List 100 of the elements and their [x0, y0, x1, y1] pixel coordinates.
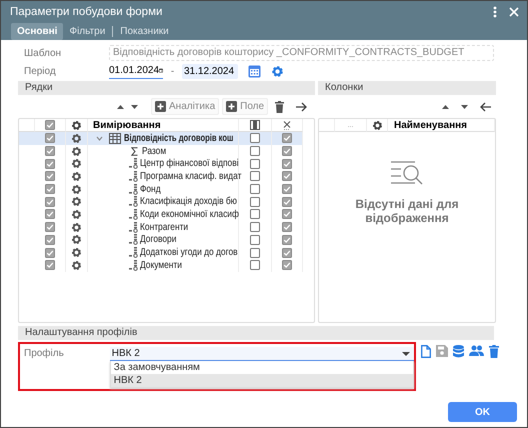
plus-icon — [155, 101, 166, 112]
row-label[interactable]: Програмна класиф. видат — [140, 170, 242, 182]
checkbox[interactable] — [282, 248, 292, 258]
field-label: Шаблон — [23, 48, 62, 58]
more-icon[interactable] — [493, 6, 497, 18]
checkbox[interactable] — [282, 196, 292, 207]
dimension-icon — [129, 158, 138, 170]
settings-icon[interactable] — [71, 158, 82, 170]
settings-icon[interactable] — [71, 234, 82, 246]
tab[interactable]: Фільтри — [63, 23, 112, 40]
new-document-icon[interactable] — [421, 345, 431, 358]
trash-icon[interactable] — [489, 345, 499, 358]
close-icon[interactable] — [283, 120, 291, 130]
arrow-left-icon[interactable] — [480, 102, 491, 112]
date-separator: - — [170, 66, 176, 76]
select-all-checkbox[interactable] — [45, 120, 55, 130]
row-label[interactable]: Договори — [140, 234, 176, 246]
date-field[interactable]: 01.01.2024 — [109, 64, 163, 78]
checkbox[interactable] — [250, 248, 260, 258]
checkbox[interactable] — [45, 234, 55, 245]
row-label[interactable]: Додаткові угоди до догов — [140, 247, 238, 258]
settings-icon[interactable] — [71, 146, 82, 157]
checkbox[interactable] — [250, 133, 260, 144]
settings-icon[interactable] — [71, 247, 82, 258]
checkbox[interactable] — [250, 209, 260, 220]
checkbox[interactable] — [250, 171, 260, 182]
row-label[interactable]: Фонд — [140, 184, 161, 195]
dropdown-option[interactable]: НВК 2 — [110, 374, 413, 387]
move-up-icon[interactable] — [442, 104, 449, 108]
settings-icon[interactable] — [71, 208, 82, 220]
section-header: Рядки — [18, 81, 315, 95]
checkbox[interactable] — [282, 171, 292, 182]
settings-icon[interactable] — [71, 184, 82, 195]
dimension-icon — [129, 234, 138, 246]
dropdown-caret-icon[interactable] — [402, 352, 410, 356]
checkbox[interactable] — [45, 146, 55, 156]
checkbox[interactable] — [45, 260, 55, 270]
checkbox[interactable] — [250, 260, 260, 270]
settings-icon[interactable] — [71, 170, 82, 182]
dimension-icon — [129, 208, 138, 220]
trash-icon[interactable] — [275, 100, 284, 112]
checkbox[interactable] — [250, 146, 260, 156]
empty-message: Відсутні дані для відображення — [354, 197, 460, 225]
checkbox[interactable] — [250, 234, 260, 245]
checkbox[interactable] — [282, 222, 292, 232]
checkbox[interactable] — [45, 184, 55, 194]
row-label[interactable]: Коди економічної класиф — [140, 208, 239, 220]
checkbox[interactable] — [282, 133, 292, 144]
row-label[interactable]: Класифікація доходів бю — [140, 196, 237, 208]
dimension-icon — [129, 222, 138, 233]
column-header[interactable]: Вимірювання — [93, 120, 161, 130]
users-icon[interactable] — [469, 345, 484, 356]
database-icon[interactable] — [453, 345, 464, 358]
settings-icon[interactable] — [71, 222, 82, 233]
checkbox[interactable] — [45, 158, 55, 169]
checkbox[interactable] — [45, 133, 55, 144]
settings-icon[interactable] — [271, 64, 284, 78]
checkbox[interactable] — [45, 209, 55, 220]
tab[interactable]: Показники — [114, 23, 175, 40]
row-label[interactable]: Документи — [140, 260, 182, 271]
checkbox[interactable] — [250, 196, 260, 207]
move-down-icon[interactable] — [461, 104, 468, 108]
checkbox[interactable] — [282, 184, 292, 194]
settings-icon[interactable] — [71, 132, 82, 144]
column-header[interactable]: Найменування — [394, 120, 467, 130]
row-label[interactable]: Разом — [142, 146, 166, 157]
row-label[interactable]: Контрагенти — [140, 222, 188, 233]
columns-icon[interactable] — [250, 120, 260, 130]
plus-icon — [226, 101, 238, 112]
settings-icon[interactable] — [71, 196, 82, 208]
move-up-icon[interactable] — [116, 104, 124, 108]
checkbox[interactable] — [250, 222, 260, 232]
checkbox[interactable] — [45, 196, 55, 207]
date-field[interactable]: 31.12.2024 — [182, 64, 238, 78]
settings-icon[interactable] — [71, 260, 82, 271]
checkbox[interactable] — [282, 209, 292, 220]
checkbox[interactable] — [282, 260, 292, 270]
dimension-icon — [129, 260, 138, 271]
field-label: Профіль — [24, 347, 65, 361]
move-down-icon[interactable] — [130, 104, 138, 108]
checkbox[interactable] — [250, 158, 260, 169]
field-label: Період — [23, 66, 57, 76]
checkbox[interactable] — [282, 234, 292, 245]
close-icon[interactable] — [509, 7, 519, 17]
row-label[interactable]: Центр фінансової відпові — [140, 158, 239, 170]
dimension-icon — [129, 184, 138, 195]
checkbox[interactable] — [282, 146, 292, 156]
settings-icon[interactable] — [71, 120, 82, 130]
checkbox[interactable] — [45, 248, 55, 258]
template-field: Відповідність договорів кошторису _CONFORMITY_CONTRACTS_BUDGET — [109, 45, 494, 61]
checkbox[interactable] — [250, 184, 260, 194]
settings-icon[interactable] — [372, 120, 382, 130]
checkbox[interactable] — [282, 158, 292, 169]
checkbox[interactable] — [45, 222, 55, 232]
collapse-caret-icon[interactable] — [96, 134, 103, 142]
table-icon — [109, 132, 121, 144]
profile-select[interactable]: НВК 2 — [110, 347, 414, 361]
arrow-right-icon[interactable] — [296, 102, 308, 112]
dropdown-option[interactable]: За замовчуванням — [110, 361, 413, 374]
checkbox[interactable] — [45, 171, 55, 182]
